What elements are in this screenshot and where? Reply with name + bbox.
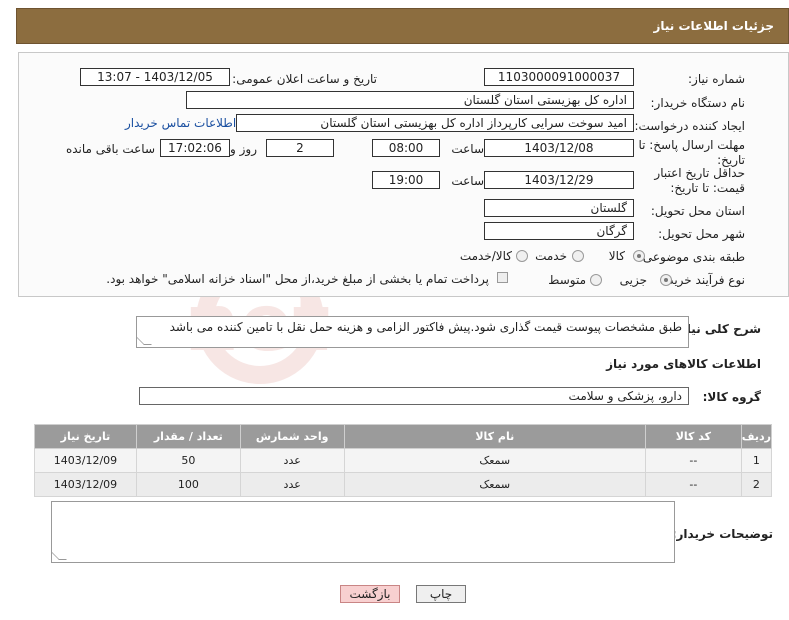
cell-code: -- [644,448,742,473]
back-button[interactable]: بازگشت [340,585,400,603]
category-radio-goods[interactable] [633,250,645,262]
cell-row: 1 [740,448,773,473]
buyer-notes-label: توضیحات خریدار: [671,527,773,541]
announce-label: تاریخ و ساعت اعلان عمومی: [232,72,377,86]
process-label: نوع فرآیند خرید : [660,273,745,287]
deadline-time-label: ساعت [451,142,484,156]
buyer-notes-textarea [51,501,675,563]
col-qty-header: تعداد / مقدار [135,424,241,449]
city-label: شهر محل تحویل: [658,227,745,241]
buyer-field: اداره کل بهزیستی استان گلستان [186,91,634,109]
remaining-label: ساعت باقی مانده [65,142,155,156]
table-row: 1 -- سمعک عدد 50 1403/12/09 [34,448,773,473]
need-number-field: 1103000091000037 [484,68,634,86]
goods-group-label: گروه کالا: [702,390,761,404]
deadline-time-field: 08:00 [372,139,440,157]
buyer-label: نام دستگاه خریدار: [650,96,746,110]
cell-name: سمعک [343,472,646,497]
page-header: جزئیات اطلاعات نیاز [16,8,789,44]
validity-time-label: ساعت [451,174,484,188]
remaining-time-field: 17:02:06 [160,139,230,157]
resize-handle-icon[interactable] [136,337,152,345]
table-row: 2 -- سمعک عدد 100 1403/12/09 [34,472,773,497]
col-name-header: نام کالا [343,424,646,449]
page-title: جزئیات اطلاعات نیاز [653,19,774,33]
cell-qty: 50 [135,448,241,473]
col-code-header: کد کالا [644,424,742,449]
cell-unit: عدد [239,472,345,497]
category-option-goods: کالا [608,249,625,263]
city-field: گرگان [484,222,634,240]
category-radio-goods-service[interactable] [516,250,528,262]
table-header-row: ردیف کد کالا نام کالا واحد شمارش تعداد /… [34,424,773,449]
process-option-minor: جزیی [619,273,647,287]
col-unit-header: واحد شمارش [239,424,345,449]
description-text: طبق مشخصات پیوست قیمت گذاری شود.پیش فاکت… [169,320,682,334]
buyer-contact-link[interactable]: اطلاعات تماس خریدار [125,116,236,130]
category-radio-service[interactable] [572,250,584,262]
payment-note: پرداخت تمام یا بخشی از مبلغ خرید،از محل … [106,272,489,286]
process-option-medium: متوسط [548,273,586,287]
cell-row: 2 [740,472,773,497]
category-label: طبقه بندی موضوعی: [638,250,745,264]
resize-handle-icon[interactable] [51,552,67,560]
need-number-label: شماره نیاز: [688,72,745,86]
goods-table: ردیف کد کالا نام کالا واحد شمارش تعداد /… [34,424,773,497]
treasury-payment-checkbox[interactable] [497,272,508,283]
deadline-label: مهلت ارسال پاسخ: تا تاریخ: [638,138,745,167]
category-option-goods-service: کالا/خدمت [459,249,512,263]
col-row-header: ردیف [740,424,773,449]
days-field: 2 [266,139,334,157]
cell-qty: 100 [135,472,241,497]
deadline-date-field: 1403/12/08 [484,139,634,157]
cell-unit: عدد [239,448,345,473]
cell-date: 1403/12/09 [34,448,137,473]
validity-label: حداقل تاریخ اعتبار قیمت: تا تاریخ: [654,166,745,195]
print-button[interactable]: چاپ [416,585,466,603]
category-option-service: خدمت [535,249,567,263]
days-label: روز و [230,142,257,156]
process-radio-medium[interactable] [590,274,602,286]
validity-date-field: 1403/12/29 [484,171,634,189]
cell-date: 1403/12/09 [34,472,137,497]
creator-field: امید سوخت سرایی کارپرداز اداره کل بهزیست… [236,114,634,132]
goods-section-title: اطلاعات کالاهای مورد نیاز [606,357,761,371]
col-date-header: تاریخ نیاز [34,424,137,449]
cell-code: -- [644,472,742,497]
creator-label: ایجاد کننده درخواست: [634,119,745,133]
goods-group-field: دارو، پزشکی و سلامت [139,387,689,405]
province-field: گلستان [484,199,634,217]
province-label: استان محل تحویل: [650,204,745,218]
cell-name: سمعک [343,448,646,473]
description-textarea: طبق مشخصات پیوست قیمت گذاری شود.پیش فاکت… [136,316,689,348]
announce-datetime-field: 1403/12/05 - 13:07 [80,68,230,86]
validity-time-field: 19:00 [372,171,440,189]
process-radio-minor[interactable] [660,274,672,286]
